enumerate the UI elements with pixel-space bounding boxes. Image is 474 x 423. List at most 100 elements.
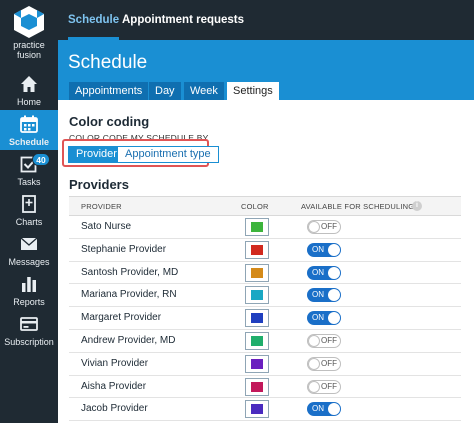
toggle-label: OFF: [321, 358, 337, 368]
tasks-count-badge: 40: [32, 153, 50, 166]
providers-table: PROVIDER COLOR AVAILABLE FOR SCHEDULING …: [69, 196, 461, 422]
availability-toggle[interactable]: ON: [307, 402, 341, 417]
nav-reports[interactable]: Reports: [0, 270, 58, 310]
table-row: Vivian Provider OFF: [69, 353, 461, 376]
table-row: Andrew Provider, MD OFF: [69, 330, 461, 353]
provider-name: Andrew Provider, MD: [81, 334, 176, 346]
bar-chart-icon: [22, 277, 36, 292]
availability-toggle[interactable]: OFF: [307, 333, 341, 348]
toggle-knob: [328, 289, 340, 302]
toggle-label: OFF: [321, 381, 337, 391]
toggle-label: OFF: [321, 222, 337, 231]
provider-rows: Sato Nurse OFF Stephanie Provider ON Santosh…: [69, 216, 461, 422]
chart-doc-icon: [22, 195, 36, 213]
availability-toggle[interactable]: OFF: [307, 379, 341, 394]
table-row: Jacob Provider ON: [69, 398, 461, 422]
column-available: AVAILABLE FOR SCHEDULING: [301, 202, 415, 211]
provider-name: Santosh Provider, MD: [81, 266, 179, 278]
color-swatch: [251, 358, 263, 369]
table-row: Aisha Provider OFF: [69, 376, 461, 399]
nav-messages[interactable]: Messages: [0, 230, 58, 270]
nav-messages-label: Messages: [8, 257, 50, 267]
toggle-label: ON: [312, 267, 324, 277]
provider-name: Jacob Provider: [81, 403, 148, 415]
nav-tasks-label: Tasks: [17, 177, 41, 187]
color-swatch: [251, 335, 263, 346]
nav-reports-label: Reports: [13, 297, 45, 307]
color-picker[interactable]: [245, 331, 269, 350]
toggle-knob: [328, 243, 340, 256]
provider-name: Aisha Provider: [81, 380, 147, 392]
table-row: Stephanie Provider ON: [69, 239, 461, 262]
color-picker[interactable]: [245, 309, 269, 328]
home-icon: [21, 76, 37, 92]
subscription-icon: [20, 317, 38, 331]
provider-name: Margaret Provider: [81, 312, 162, 324]
table-row: Margaret Provider ON: [69, 307, 461, 330]
table-row: Mariana Provider, RN ON: [69, 284, 461, 308]
availability-toggle[interactable]: OFF: [307, 220, 341, 234]
table-row: Santosh Provider, MD ON: [69, 262, 461, 285]
toggle-label: ON: [312, 244, 324, 254]
provider-name: Sato Nurse: [81, 221, 132, 232]
nav-home[interactable]: Home: [0, 70, 58, 110]
table-row: Sato Nurse OFF: [69, 216, 461, 239]
tab-appointment-requests[interactable]: Appointment requests: [122, 0, 244, 40]
toggle-knob: [328, 403, 340, 416]
toggle-knob: [328, 266, 340, 279]
color-picker[interactable]: [245, 263, 269, 282]
toggle-knob: [308, 334, 320, 347]
table-header: PROVIDER COLOR AVAILABLE FOR SCHEDULING …: [69, 197, 461, 216]
subtab-appointments[interactable]: Appointments: [69, 82, 149, 100]
availability-toggle[interactable]: OFF: [307, 356, 341, 371]
nav-charts-label: Charts: [15, 217, 43, 227]
tab-schedule[interactable]: Schedule: [68, 0, 120, 40]
color-swatch: [251, 404, 263, 415]
color-swatch: [251, 313, 263, 324]
toggle-knob: [328, 312, 340, 325]
color-picker[interactable]: [245, 286, 269, 305]
color-picker[interactable]: [245, 354, 269, 373]
toggle-knob: [308, 221, 320, 233]
nav-subscription-label: Subscription: [4, 337, 54, 347]
color-picker[interactable]: [245, 218, 269, 236]
color-picker[interactable]: [245, 240, 269, 259]
column-color: COLOR: [241, 202, 269, 211]
color-swatch: [251, 267, 263, 278]
color-picker[interactable]: [245, 400, 269, 419]
availability-toggle[interactable]: ON: [307, 288, 341, 303]
availability-toggle[interactable]: ON: [307, 242, 341, 257]
availability-toggle[interactable]: ON: [307, 265, 341, 280]
toggle-label: ON: [312, 404, 324, 414]
calendar-icon: [20, 115, 38, 133]
toggle-knob: [308, 357, 320, 370]
color-swatch: [251, 381, 263, 392]
nav-subscription[interactable]: Subscription: [0, 310, 58, 350]
envelope-icon: [20, 237, 38, 250]
page-title: Schedule: [68, 52, 148, 73]
providers-title: Providers: [69, 177, 129, 192]
info-icon[interactable]: i: [412, 201, 422, 211]
color-swatch: [251, 290, 263, 301]
color-by-appointment-type-button[interactable]: Appointment type: [117, 146, 219, 163]
subtab-week[interactable]: Week: [184, 82, 224, 100]
logo-text: practice fusion: [13, 40, 45, 60]
practice-fusion-logo[interactable]: practice fusion: [0, 0, 58, 66]
nav-charts[interactable]: Charts: [0, 190, 58, 230]
availability-toggle[interactable]: ON: [307, 311, 341, 326]
top-navigation-bar: Schedule Appointment requests: [58, 0, 474, 40]
subtab-day[interactable]: Day: [149, 82, 181, 100]
color-swatch: [251, 222, 263, 232]
nav-tasks[interactable]: 40 Tasks: [0, 150, 58, 190]
color-picker[interactable]: [245, 377, 269, 396]
logo-icon: [14, 6, 44, 38]
nav-home-label: Home: [16, 97, 41, 107]
subtab-settings[interactable]: Settings: [227, 82, 279, 100]
nav-schedule-label: Schedule: [8, 137, 49, 147]
provider-name: Vivian Provider: [81, 357, 149, 369]
left-sidebar: practice fusion Home Schedule 40 Tasks C…: [0, 0, 58, 423]
provider-name: Stephanie Provider: [81, 243, 167, 255]
toggle-label: ON: [312, 313, 324, 323]
toggle-label: ON: [312, 290, 324, 300]
nav-schedule[interactable]: Schedule: [0, 110, 58, 150]
